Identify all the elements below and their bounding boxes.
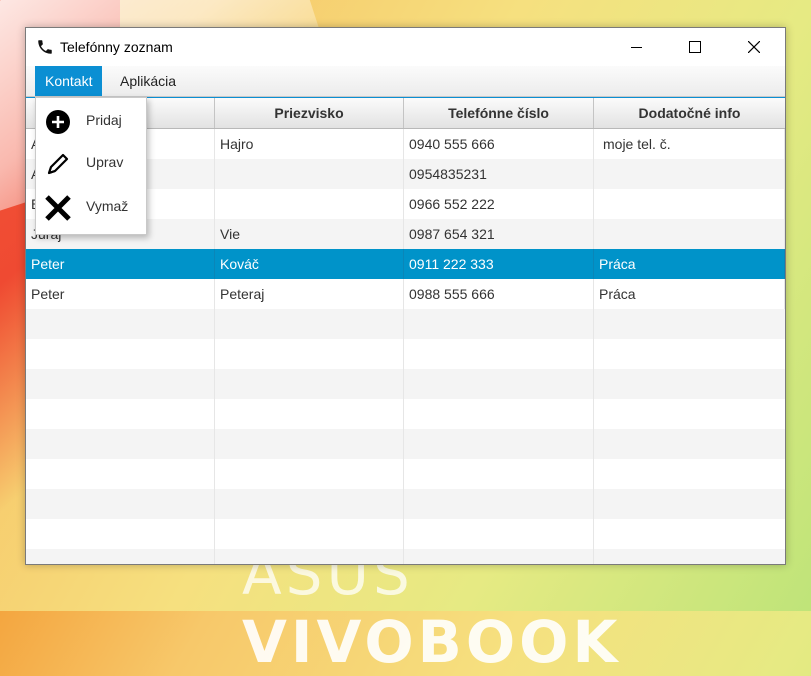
cell-phone: 0911 222 333 [404,249,594,279]
close-icon [748,41,760,53]
empty-cell [215,519,404,549]
empty-cell [404,339,594,369]
minimize-button[interactable] [613,28,659,66]
empty-cell [215,549,404,564]
empty-cell [215,399,404,429]
column-header-info[interactable]: Dodatočné info [594,98,785,128]
menu-item-uprav[interactable]: Uprav [36,143,146,183]
menu-bar: Kontakt Aplikácia [26,66,785,97]
empty-cell [215,429,404,459]
cell-surname: Hajro [215,129,404,159]
phone-icon [36,38,54,56]
table-row[interactable]: Peter Peteraj 0988 555 666 Práca [26,279,785,309]
menu-kontakt[interactable]: Kontakt [35,66,103,96]
empty-cell [215,459,404,489]
menu-item-pridaj[interactable]: Pridaj [36,101,146,141]
empty-row [26,519,785,549]
cell-phone: 0987 654 321 [404,219,594,249]
cell-phone: 0940 555 666 [404,129,594,159]
column-header-phone[interactable]: Telefónne číslo [404,98,594,128]
empty-cell [404,489,594,519]
empty-cell [404,549,594,564]
cell-info [594,189,785,219]
empty-cell [215,489,404,519]
menu-item-label: Vymaž [86,198,129,214]
title-bar[interactable]: Telefónny zoznam [26,28,785,66]
empty-cell [26,339,215,369]
cell-surname: Vie [215,219,404,249]
menu-aplikacia[interactable]: Aplikácia [110,66,186,96]
table-row-selected[interactable]: Peter Kováč 0911 222 333 Práca [26,249,785,279]
empty-cell [26,309,215,339]
empty-row [26,549,785,564]
cell-phone: 0954835231 [404,159,594,189]
empty-cell [404,429,594,459]
add-circle-icon [44,108,72,136]
empty-row [26,429,785,459]
menu-item-label: Uprav [86,154,124,170]
empty-cell [215,339,404,369]
cell-info: Práca [594,249,785,279]
empty-row [26,459,785,489]
empty-row [26,309,785,339]
pencil-icon [44,150,72,178]
empty-cell [404,369,594,399]
empty-row [26,369,785,399]
empty-row [26,489,785,519]
column-header-surname[interactable]: Priezvisko [215,98,404,128]
empty-row [26,339,785,369]
empty-cell [215,369,404,399]
empty-cell [26,399,215,429]
cell-surname [215,189,404,219]
cell-info [594,219,785,249]
empty-cell [26,489,215,519]
cell-info: moje tel. č. [594,129,785,159]
empty-cell [215,309,404,339]
menu-item-label: Pridaj [86,112,122,128]
empty-cell [404,399,594,429]
empty-cell [404,519,594,549]
cell-surname [215,159,404,189]
empty-cell [26,369,215,399]
cell-info: Práca [594,279,785,309]
empty-cell [26,549,215,564]
empty-cell [26,429,215,459]
empty-cell [404,459,594,489]
close-button[interactable] [731,28,777,66]
kontakt-dropdown-menu: Pridaj Uprav Vymaž [35,97,147,235]
empty-cell [404,309,594,339]
empty-cell [26,519,215,549]
maximize-icon [689,41,701,53]
cell-surname: Kováč [215,249,404,279]
empty-cell [26,459,215,489]
cell-phone: 0966 552 222 [404,189,594,219]
minimize-icon [630,46,642,48]
cell-phone: 0988 555 666 [404,279,594,309]
cell-info [594,159,785,189]
wallpaper-text-bold: VIVOBOOK [242,608,622,676]
cell-surname: Peteraj [215,279,404,309]
cell-name: Peter [26,249,215,279]
maximize-button[interactable] [672,28,718,66]
window-title: Telefónny zoznam [60,39,173,55]
empty-row [26,399,785,429]
cell-name: Peter [26,279,215,309]
x-mark-icon [44,194,72,222]
menu-item-vymaz[interactable]: Vymaž [36,187,146,227]
